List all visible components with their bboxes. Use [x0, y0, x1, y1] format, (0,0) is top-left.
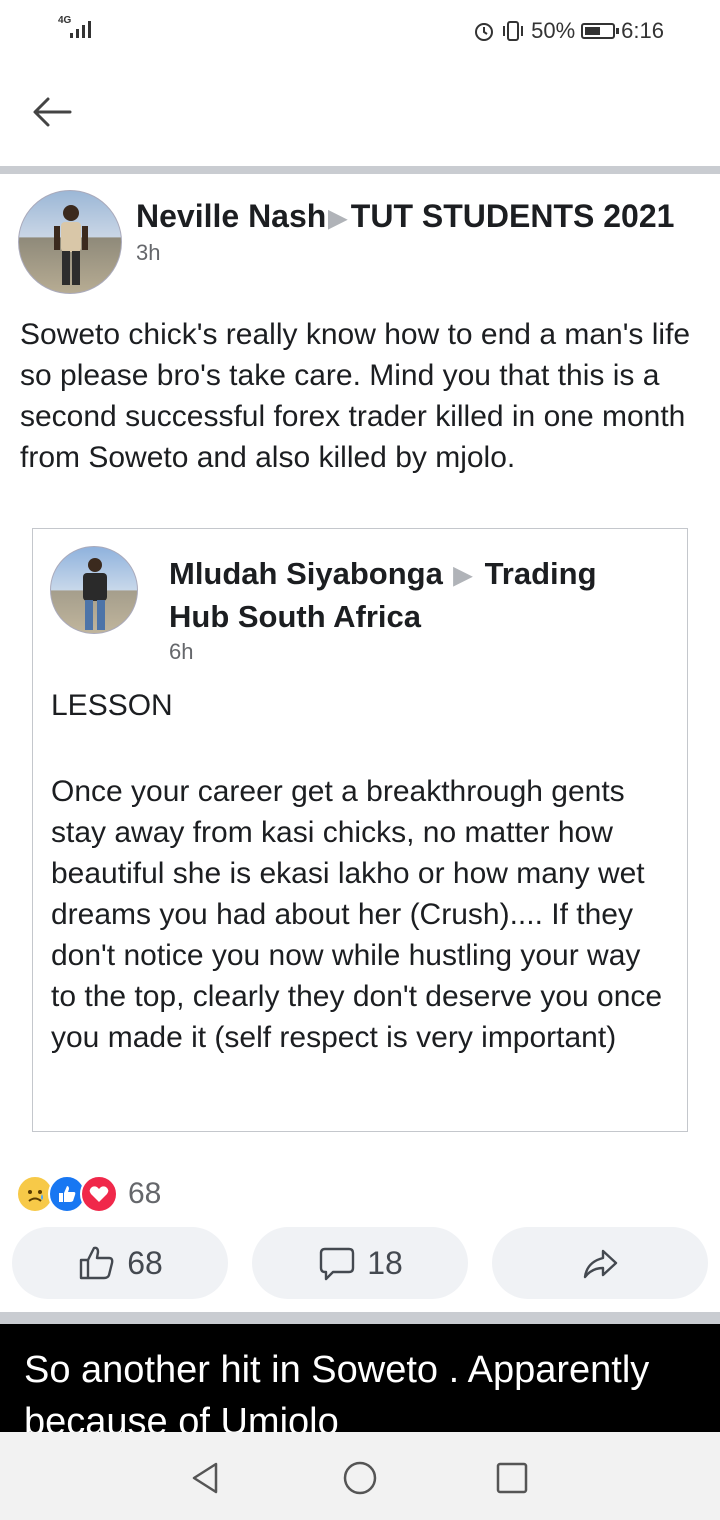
reaction-count: 68: [128, 1177, 162, 1210]
love-icon: [80, 1175, 118, 1213]
next-post-text: So another hit in Soweto . Apparently be…: [24, 1349, 650, 1432]
comment-bubble-icon: [320, 1247, 355, 1281]
nav-home-icon[interactable]: [340, 1458, 380, 1498]
share-arrow-icon: [583, 1249, 618, 1279]
author-avatar[interactable]: [18, 190, 122, 294]
like-button[interactable]: 68: [12, 1227, 228, 1299]
post-author-line: Neville Nash▶ TUT STUDENTS 2021: [136, 198, 674, 235]
shared-timestamp[interactable]: 6h: [169, 639, 193, 665]
divider: [0, 166, 720, 174]
shared-author-line: Mludah Siyabonga ▶ Trading Hub South Afr…: [169, 553, 649, 637]
back-arrow-icon[interactable]: [30, 94, 74, 130]
person-photo-icon: [83, 558, 107, 630]
status-bar: 4G 50% 6:16: [0, 0, 720, 62]
like-count: 68: [127, 1244, 163, 1281]
navigation-bar: [0, 1432, 720, 1520]
triangle-right-icon: ▶: [453, 562, 472, 590]
shared-author-avatar[interactable]: [50, 546, 138, 634]
alarm-icon: [475, 23, 494, 41]
post-text: Soweto chick's really know how to end a …: [20, 318, 691, 474]
triangle-right-icon: ▶: [328, 205, 347, 233]
reactions-summary[interactable]: 68: [16, 1174, 161, 1214]
next-post-preview[interactable]: So another hit in Soweto . Apparently be…: [0, 1324, 720, 1432]
share-button[interactable]: [492, 1227, 708, 1299]
vibrate-icon: [503, 21, 524, 41]
battery-percent: 50%: [531, 18, 576, 43]
nav-back-icon[interactable]: [186, 1458, 226, 1498]
comment-button[interactable]: 18: [252, 1227, 468, 1299]
shared-post-title: LESSON: [51, 689, 173, 722]
person-photo-icon: [54, 205, 88, 285]
comment-count: 18: [367, 1244, 403, 1281]
shared-author-name[interactable]: Mludah Siyabonga: [169, 556, 443, 591]
battery-icon: [581, 23, 620, 39]
thumbs-up-icon: [80, 1246, 114, 1280]
post-timestamp[interactable]: 3h: [136, 240, 160, 266]
status-right: 50% 6:16: [473, 18, 664, 44]
divider: [0, 1312, 720, 1324]
nav-recents-icon[interactable]: [492, 1458, 532, 1498]
clock: 6:16: [621, 18, 664, 43]
app-bar: [0, 62, 720, 168]
author-name[interactable]: Neville Nash: [136, 198, 326, 234]
shared-post-card[interactable]: Mludah Siyabonga ▶ Trading Hub South Afr…: [32, 528, 688, 1132]
group-name[interactable]: TUT STUDENTS 2021: [351, 198, 675, 234]
shared-post-body: Once your career get a breakthrough gent…: [51, 775, 663, 1054]
signal-indicator: 4G: [58, 16, 98, 42]
signal-bars-icon: [70, 21, 91, 38]
